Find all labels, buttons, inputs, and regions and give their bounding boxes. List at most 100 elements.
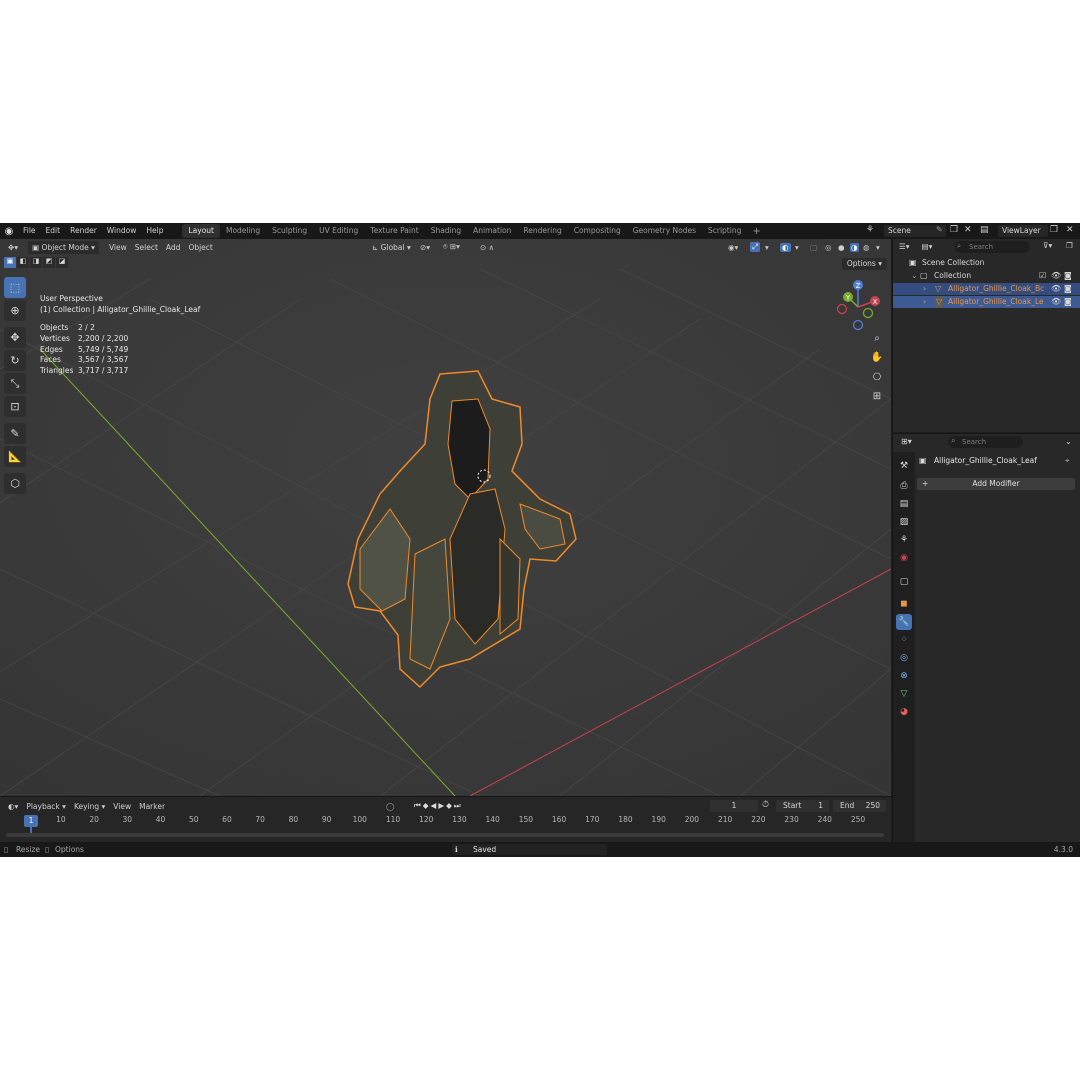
tab-modeling[interactable]: Modeling (220, 224, 266, 238)
physics-tab-icon[interactable]: ◎ (896, 650, 912, 666)
data-tab-icon[interactable]: ▽ (896, 686, 912, 702)
navigation-gizmo[interactable]: Z Y X (832, 277, 888, 333)
overlay-toggle-icon[interactable]: ◐ (780, 242, 791, 252)
pin-icon[interactable]: ✎ (936, 225, 943, 234)
preview-range-icon[interactable]: ⏱ (762, 800, 769, 810)
world-tab-icon[interactable]: ◉ (896, 550, 912, 566)
proportional-edit-icon[interactable]: ⊙ ∧ (480, 243, 494, 252)
pan-hand-icon[interactable]: ✋ (868, 349, 886, 366)
select-subtract-icon[interactable]: ◨ (30, 257, 42, 268)
tab-shading[interactable]: Shading (425, 224, 467, 238)
playhead[interactable]: 1 (24, 815, 38, 827)
timeline-menu-playback[interactable]: Playback ▾ (22, 800, 70, 813)
outliner-row-scene-collection[interactable]: ▣ Scene Collection (893, 257, 1080, 269)
timeline-menu-marker[interactable]: Marker (135, 800, 169, 813)
delete-scene-icon[interactable]: ✕ (964, 225, 972, 235)
view-layer-icon[interactable]: ▤ (980, 225, 989, 235)
frame-ruler[interactable]: 1 10 20 30 40 50 60 70 80 90 100 110 120 130 140 150 16… (0, 815, 891, 833)
exclude-checkbox-icon[interactable]: ☑ (1039, 270, 1046, 282)
current-frame-field[interactable]: 1 (710, 800, 758, 812)
new-view-layer-icon[interactable]: ❐ (1050, 225, 1058, 235)
jump-start-icon[interactable]: ⏮ (414, 801, 423, 810)
timeline-menu-view[interactable]: View (109, 800, 135, 813)
expand-chevron-right-icon[interactable]: › (923, 296, 926, 308)
shading-material-icon[interactable]: ◑ (850, 242, 859, 252)
tab-texture-paint[interactable]: Texture Paint (364, 224, 424, 238)
outliner-editor-icon[interactable]: ☰▾ (899, 242, 910, 251)
viewport-menu-object[interactable]: Object (184, 241, 216, 254)
new-scene-icon[interactable]: ❐ (950, 225, 958, 235)
scene-tab-icon[interactable]: ⚘ (896, 532, 912, 548)
pivot-icon[interactable]: ⊘▾ (420, 243, 430, 252)
tab-uv-editing[interactable]: UV Editing (313, 224, 364, 238)
render-tab-icon[interactable]: ⎙ (896, 478, 912, 494)
overlay-dropdown-icon[interactable]: ▾ (795, 243, 799, 252)
menu-file[interactable]: File (18, 223, 41, 239)
shading-dropdown-icon[interactable]: ▾ (876, 243, 880, 252)
camera-icon[interactable]: ⎔ (868, 369, 886, 386)
output-tab-icon[interactable]: ▤ (896, 496, 912, 512)
select-intersect-icon[interactable]: ◪ (56, 257, 68, 268)
play-icon[interactable]: ▶ (438, 801, 446, 810)
object-tab-icon[interactable]: ◼ (896, 596, 912, 612)
perspective-grid-icon[interactable]: ⊞ (868, 388, 886, 405)
rotate-tool-icon[interactable]: ↻ (4, 350, 26, 371)
tab-rendering[interactable]: Rendering (517, 224, 567, 238)
select-extend-icon[interactable]: ◧ (17, 257, 29, 268)
select-box-tool-icon[interactable]: ⬚ (4, 277, 26, 298)
xray-icon[interactable]: ▢ (810, 243, 817, 252)
collection-tab-icon[interactable]: ▢ (896, 574, 912, 590)
add-cube-tool-icon[interactable]: ⬡ (4, 473, 26, 494)
viewport-options-button[interactable]: Options ▾ (841, 258, 887, 270)
blender-logo-icon[interactable]: ◉ (0, 226, 18, 237)
select-invert-icon[interactable]: ◩ (43, 257, 55, 268)
properties-editor[interactable]: ⊞▾ Search ⌕ ⌄ ⚒ ⎙ ▤ ▨ ⚘ ◉ ▢ ◼ 🔧 ⁘ ◎ ⊗ ▽ … (892, 433, 1080, 842)
tab-scripting[interactable]: Scripting (702, 224, 747, 238)
pin-icon[interactable]: ⌖ (1065, 456, 1070, 466)
add-workspace-icon[interactable]: + (747, 226, 765, 237)
material-tab-icon[interactable]: ◕ (896, 704, 912, 720)
menu-render[interactable]: Render (65, 223, 102, 239)
modifier-wrench-icon[interactable]: 🔧 (896, 614, 912, 630)
properties-search-input[interactable]: Search (948, 436, 1023, 448)
end-frame-field[interactable]: End 250 (833, 800, 886, 812)
menu-help[interactable]: Help (141, 223, 168, 239)
eye-icon[interactable]: 👁 (1051, 296, 1061, 308)
expand-chevron-right-icon[interactable]: › (923, 283, 926, 295)
scene-icon[interactable]: ⚘ (866, 225, 874, 235)
add-modifier-button[interactable]: + Add Modifier (917, 478, 1075, 490)
gizmo-dropdown-icon[interactable]: ▾ (765, 243, 769, 252)
measure-tool-icon[interactable]: 📐 (4, 446, 26, 467)
properties-editor-icon[interactable]: ⊞▾ (901, 437, 912, 446)
mode-selector[interactable]: ▣ Object Mode ▾ (28, 240, 99, 254)
constraints-tab-icon[interactable]: ⊗ (896, 668, 912, 684)
prev-keyframe-icon[interactable]: ◆ (423, 801, 431, 810)
tab-geometry-nodes[interactable]: Geometry Nodes (627, 224, 702, 238)
render-camera-icon[interactable]: ◙ (1064, 270, 1072, 282)
visibility-icon[interactable]: ◉▾ (728, 243, 738, 252)
start-frame-field[interactable]: Start 1 (776, 800, 829, 812)
zoom-icon[interactable]: ⌕ (868, 330, 886, 347)
snap-icon[interactable]: ⌾ ⊞▾ (443, 242, 460, 252)
jump-end-icon[interactable]: ⏭ (454, 801, 463, 810)
outliner[interactable]: ☰▾ ▤▾ Search ⌕ ⊽▾ ❐ ▣ Scene Collection ⌄… (892, 239, 1080, 432)
next-keyframe-icon[interactable]: ◆ (446, 801, 454, 810)
display-mode-icon[interactable]: ▤▾ (922, 242, 933, 251)
outliner-row-object[interactable]: › ▽ Alligator_Ghillie_Cloak_Bc 👁 ◙ (893, 283, 1080, 295)
gizmo-toggle-icon[interactable]: ⤢ (750, 242, 760, 252)
shading-wireframe-icon[interactable]: ◎ (825, 243, 832, 252)
timeline[interactable]: ◐▾ Playback ▾ Keying ▾ View Marker ◯ ⏮◆◀… (0, 796, 891, 842)
menu-edit[interactable]: Edit (41, 223, 66, 239)
render-camera-icon[interactable]: ◙ (1064, 296, 1072, 308)
delete-view-layer-icon[interactable]: ✕ (1066, 225, 1074, 235)
tab-compositing[interactable]: Compositing (568, 224, 627, 238)
outliner-row-object-active[interactable]: › ▽ Alligator_Ghillie_Cloak_Le 👁 ◙ (893, 296, 1080, 308)
transform-orientation[interactable]: ⊾ Global ▾ (368, 241, 415, 254)
editor-type-icon[interactable]: ✥▾ (4, 241, 22, 254)
auto-key-icon[interactable]: ◯ (386, 802, 394, 811)
timeline-menu-keying[interactable]: Keying ▾ (70, 800, 109, 813)
view-layer-tab-icon[interactable]: ▨ (896, 514, 912, 530)
viewport-menu-view[interactable]: View (105, 241, 131, 254)
new-collection-icon[interactable]: ❐ (1066, 241, 1073, 250)
eye-icon[interactable]: 👁 (1051, 270, 1061, 282)
